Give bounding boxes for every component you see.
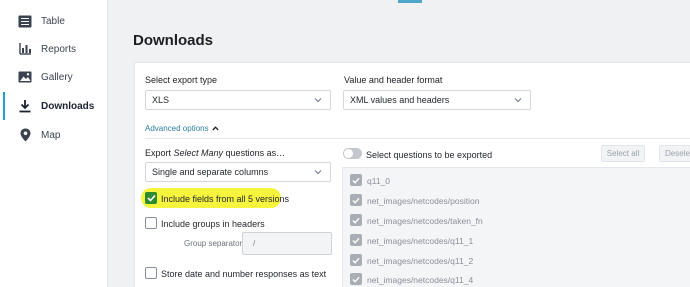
question-label: net_images/netcodes/q11_1 <box>367 236 474 246</box>
format-value: XML values and headers <box>350 95 450 105</box>
export-type-select[interactable]: XLS <box>145 90 331 110</box>
select-questions-toggle[interactable] <box>343 148 362 159</box>
question-checkbox[interactable] <box>350 234 362 246</box>
checkmark-icon <box>352 217 360 224</box>
question-checkbox[interactable] <box>350 254 362 266</box>
chevron-down-icon <box>314 98 322 103</box>
export-type-label: Select export type <box>145 75 218 85</box>
advanced-options-label: Advanced options <box>145 124 209 133</box>
format-label: Value and header format <box>344 75 443 85</box>
question-label: net_images/netcodes/taken_fn <box>367 216 483 226</box>
chevron-down-icon <box>514 98 522 103</box>
checkmark-icon <box>352 197 360 204</box>
include-groups-checkbox[interactable] <box>145 217 157 229</box>
sidebar: Table Reports Gallery Downloads Map <box>0 0 108 287</box>
sidebar-item-label: Reports <box>41 43 77 55</box>
chevron-down-icon <box>314 170 322 175</box>
select-many-value: Single and separate columns <box>152 167 269 177</box>
question-label: net_images/netcodes/q11_2 <box>367 256 474 266</box>
sidebar-item-label: Table <box>41 15 65 27</box>
gallery-icon <box>17 69 33 85</box>
group-separator-input[interactable]: / <box>242 232 332 255</box>
reports-icon <box>17 41 33 57</box>
include-fields-checkbox[interactable] <box>145 192 157 204</box>
sidebar-item-reports[interactable]: Reports <box>0 35 108 63</box>
page-title: Downloads <box>133 32 214 49</box>
select-many-select[interactable]: Single and separate columns <box>145 162 331 182</box>
group-separator-value: / <box>253 239 256 248</box>
sidebar-item-map[interactable]: Map <box>0 121 108 149</box>
include-groups-label: Include groups in headers <box>161 219 265 229</box>
select-questions-label: Select questions to be exported <box>366 150 493 160</box>
question-checkbox[interactable] <box>350 174 362 186</box>
group-separator-label: Group separator <box>184 239 243 248</box>
checkmark-icon <box>352 237 360 244</box>
download-icon <box>17 98 33 114</box>
sidebar-item-label: Map <box>41 129 61 141</box>
select-all-button[interactable]: Select all <box>601 145 645 162</box>
checkmark-icon <box>352 257 360 264</box>
question-checkbox[interactable] <box>350 194 362 206</box>
sidebar-item-label: Gallery <box>41 71 73 83</box>
sidebar-item-label: Downloads <box>41 100 95 112</box>
export-type-value: XLS <box>152 95 170 105</box>
question-checkbox[interactable] <box>350 214 362 226</box>
format-select[interactable]: XML values and headers <box>343 90 531 110</box>
sidebar-item-table[interactable]: Table <box>0 7 108 35</box>
include-fields-label: Include fields from all 5 versions <box>161 194 290 204</box>
question-label: net_images/netcodes/position <box>367 196 480 206</box>
top-accent-bar <box>398 0 422 3</box>
select-many-label: Export Select Many questions as… <box>145 148 286 158</box>
question-label: q11_0 <box>367 176 391 186</box>
chevron-up-icon <box>211 126 219 131</box>
question-label: net_images/netcodes/q11_4 <box>367 275 474 285</box>
sidebar-item-downloads[interactable]: Downloads <box>0 92 108 120</box>
table-icon <box>17 13 33 29</box>
checkmark-icon <box>352 177 360 184</box>
checkmark-icon <box>146 194 156 202</box>
deselect-all-button[interactable]: Deselect all <box>659 145 690 162</box>
sidebar-item-gallery[interactable]: Gallery <box>0 63 108 91</box>
question-list <box>342 167 690 287</box>
store-date-label: Store date and number responses as text <box>161 269 327 279</box>
advanced-options-link[interactable]: Advanced options <box>145 124 219 133</box>
checkmark-icon <box>352 276 360 283</box>
question-checkbox[interactable] <box>350 273 362 285</box>
divider <box>145 138 690 139</box>
map-pin-icon <box>17 127 33 143</box>
store-date-checkbox[interactable] <box>145 267 157 279</box>
